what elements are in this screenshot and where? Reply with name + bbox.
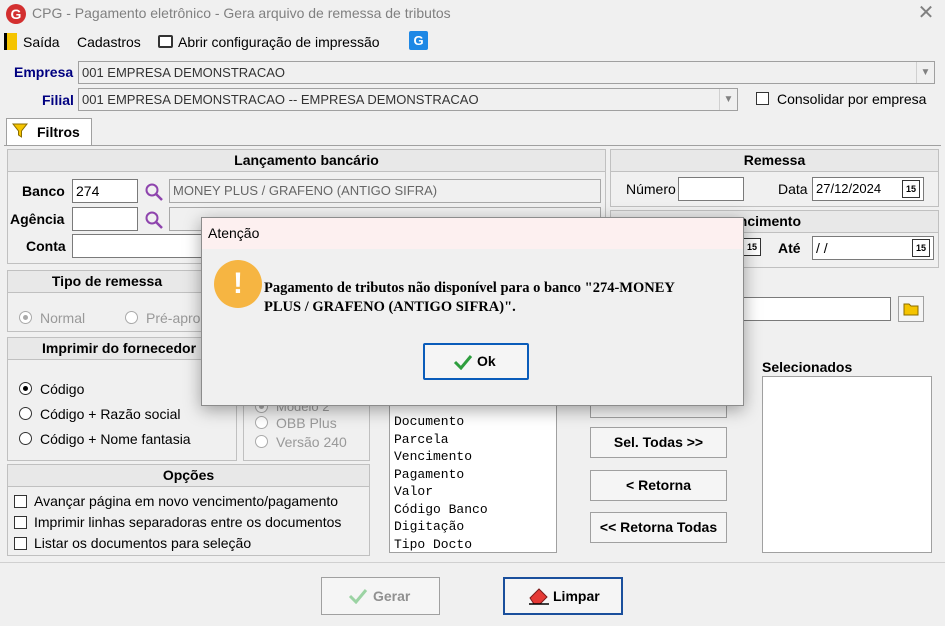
ate-value: / / <box>816 240 828 256</box>
funnel-icon <box>12 123 28 138</box>
opcao-avancar-checkbox[interactable] <box>14 495 27 508</box>
folder-button[interactable] <box>898 296 924 322</box>
selecionados-header: Selecionados <box>762 359 853 375</box>
exit-door-icon[interactable] <box>4 33 17 50</box>
check-icon <box>453 355 473 370</box>
radio-normal[interactable] <box>19 311 32 324</box>
radio-normal-label: Normal <box>40 310 86 326</box>
opcao-linhas-label: Imprimir linhas separadoras entre os doc… <box>34 514 342 530</box>
menu-saida[interactable]: Saída <box>23 31 60 53</box>
sel-todas-button[interactable]: Sel. Todas >> <box>590 427 727 458</box>
selecionados-listbox[interactable] <box>762 376 932 553</box>
radio-codigo[interactable] <box>19 382 32 395</box>
warning-icon: ! <box>214 260 262 308</box>
calendar-icon[interactable]: 15 <box>743 238 761 256</box>
filial-combo[interactable]: 001 EMPRESA DEMONSTRACAO -- EMPRESA DEMO… <box>78 88 738 111</box>
radio-versao-240[interactable] <box>255 435 268 448</box>
data-value: 27/12/2024 <box>816 181 882 196</box>
remessa-header: Remessa <box>611 150 938 172</box>
radio-obb-plus[interactable] <box>255 416 268 429</box>
lancamento-header: Lançamento bancário <box>8 150 605 172</box>
ate-label: Até <box>778 240 801 256</box>
gerar-label: Gerar <box>373 588 411 604</box>
printer-icon[interactable] <box>158 35 173 48</box>
tipo-remessa-header: Tipo de remessa <box>8 271 206 293</box>
app-g-icon[interactable]: G <box>409 31 428 50</box>
filial-value: 001 EMPRESA DEMONSTRACAO -- EMPRESA DEMO… <box>82 92 479 107</box>
close-window-button[interactable]: ✕ <box>914 2 938 24</box>
banco-label: Banco <box>22 183 65 199</box>
list-item[interactable]: Parcela <box>392 431 449 449</box>
radio-pre-aprovado-label: Pré-apro <box>146 310 201 326</box>
limpar-label: Limpar <box>553 588 600 604</box>
opcao-avancar-label: Avançar página em novo vencimento/pagame… <box>34 493 339 509</box>
data-label: Data <box>778 181 808 197</box>
title-bar: G CPG - Pagamento eletrônico - Gera arqu… <box>0 0 945 28</box>
empresa-value: 001 EMPRESA DEMONSTRACAO <box>82 65 285 80</box>
calendar-icon[interactable]: 15 <box>902 180 920 198</box>
list-item[interactable]: Tipo Docto <box>392 536 472 552</box>
agencia-label: Agência <box>10 211 65 227</box>
empresa-label: Empresa <box>14 64 74 80</box>
dialog-title: Atenção <box>202 218 743 249</box>
search-icon[interactable] <box>144 182 164 202</box>
ok-button[interactable]: Ok <box>423 343 529 380</box>
menu-cadastros[interactable]: Cadastros <box>77 31 141 53</box>
radio-pre-aprovado[interactable] <box>125 311 138 324</box>
list-item[interactable]: Digitação <box>392 518 464 536</box>
ate-input[interactable]: / / 15 <box>812 236 934 260</box>
app-logo-icon: G <box>6 4 26 24</box>
conta-label: Conta <box>26 238 66 254</box>
empresa-combo[interactable]: 001 EMPRESA DEMONSTRACAO ▼ <box>78 61 935 84</box>
dialog-message: Pagamento de tributos não disponível par… <box>264 279 724 317</box>
numero-input[interactable] <box>678 177 744 201</box>
radio-versao-240-label: Versão 240 <box>276 434 347 450</box>
opcao-listar-checkbox[interactable] <box>14 537 27 550</box>
list-item[interactable]: Vencimento <box>392 448 472 466</box>
window-title: CPG - Pagamento eletrônico - Gera arquiv… <box>32 5 451 21</box>
retorna-todas-button[interactable]: << Retorna Todas <box>590 512 727 543</box>
chevron-down-icon[interactable]: ▼ <box>916 62 934 83</box>
opcoes-header: Opções <box>8 465 369 487</box>
list-item[interactable]: Documento <box>392 413 464 431</box>
opcao-linhas-checkbox[interactable] <box>14 516 27 529</box>
opcao-listar-label: Listar os documentos para seleção <box>34 535 252 551</box>
search-icon[interactable] <box>144 210 164 230</box>
dialog-message-line-2: PLUS / GRAFENO (ANTIGO SIFRA)". <box>264 299 516 315</box>
calendar-icon[interactable]: 15 <box>912 239 930 257</box>
menu-print-config[interactable]: Abrir configuração de impressão <box>178 31 380 53</box>
numero-label: Número <box>626 181 676 197</box>
dialog-message-line-1: Pagamento de tributos não disponível par… <box>264 280 675 296</box>
ok-label: Ok <box>477 353 496 369</box>
banco-input[interactable]: 274 <box>72 179 138 203</box>
chevron-down-icon[interactable]: ▼ <box>719 89 737 110</box>
check-icon <box>348 589 368 604</box>
radio-obb-plus-label: OBB Plus <box>276 415 337 431</box>
data-input[interactable]: 27/12/2024 15 <box>812 177 924 201</box>
gerar-button[interactable]: Gerar <box>321 577 440 615</box>
list-item[interactable]: Código Banco <box>392 501 488 519</box>
tab-filtros[interactable]: Filtros <box>6 118 92 146</box>
consolidar-label: Consolidar por empresa <box>777 91 927 107</box>
retorna-button[interactable]: < Retorna <box>590 470 727 501</box>
attention-dialog: Atenção ! Pagamento de tributos não disp… <box>201 217 744 406</box>
banco-description: MONEY PLUS / GRAFENO (ANTIGO SIFRA) <box>169 179 601 203</box>
radio-codigo-razao[interactable] <box>19 407 32 420</box>
list-item[interactable]: Pagamento <box>392 466 464 484</box>
radio-codigo-label: Código <box>40 381 85 397</box>
agencia-input[interactable] <box>72 207 138 231</box>
list-item[interactable]: Valor <box>392 483 433 501</box>
eraser-icon <box>529 588 549 605</box>
radio-codigo-razao-label: Código + Razão social <box>40 406 181 422</box>
folder-icon <box>903 303 919 316</box>
tab-filtros-label: Filtros <box>37 124 80 140</box>
radio-codigo-fantasia[interactable] <box>19 432 32 445</box>
filial-label: Filial <box>42 92 74 108</box>
consolidar-checkbox[interactable] <box>756 92 769 105</box>
footer-divider <box>0 562 945 563</box>
limpar-button[interactable]: Limpar <box>503 577 623 615</box>
radio-codigo-fantasia-label: Código + Nome fantasia <box>40 431 191 447</box>
